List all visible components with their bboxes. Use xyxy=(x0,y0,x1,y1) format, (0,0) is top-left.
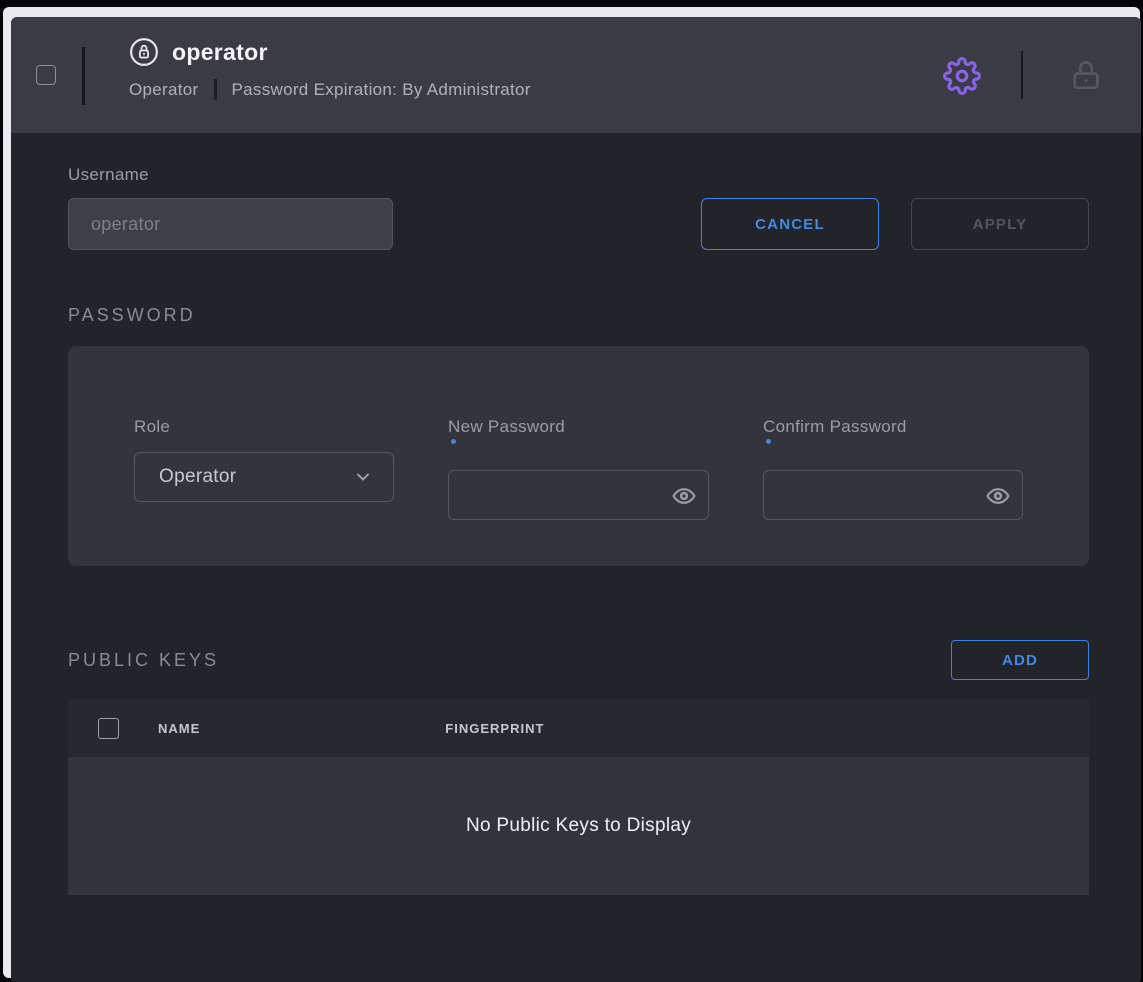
role-selected-value: Operator xyxy=(159,466,236,488)
confirm-password-label: Confirm Password xyxy=(763,417,1023,437)
public-keys-table: NAME FINGERPRINT No Public Keys to Displ… xyxy=(68,699,1089,895)
new-password-input[interactable] xyxy=(449,471,708,519)
required-dot xyxy=(451,439,456,444)
subtitle-divider xyxy=(214,79,217,100)
cancel-button[interactable]: CANCEL xyxy=(701,198,879,250)
new-password-field: New Password xyxy=(448,417,709,520)
show-confirm-password-eye-icon[interactable] xyxy=(986,484,1010,508)
page-backdrop: operator Operator Password Expiration: B… xyxy=(3,7,1140,978)
public-keys-table-header: NAME FINGERPRINT xyxy=(68,699,1089,757)
user-lock-icon xyxy=(129,37,159,67)
user-detail-panel: operator Operator Password Expiration: B… xyxy=(11,17,1141,982)
role-field: Role Operator xyxy=(134,417,394,520)
user-header: operator Operator Password Expiration: B… xyxy=(11,17,1141,133)
user-select-checkbox[interactable] xyxy=(36,65,56,85)
empty-state-message: No Public Keys to Display xyxy=(466,815,691,837)
column-header-name: NAME xyxy=(158,721,200,736)
password-expiration-text: Password Expiration: By Administrator xyxy=(232,80,531,100)
header-actions-divider xyxy=(1021,51,1023,99)
confirm-password-input[interactable] xyxy=(764,471,1022,519)
user-title-block: operator Operator Password Expiration: B… xyxy=(129,37,531,100)
password-card: Role Operator New Password xyxy=(68,346,1089,566)
page-title: operator xyxy=(172,39,268,66)
apply-button[interactable]: APPLY xyxy=(911,198,1089,250)
lock-user-button[interactable] xyxy=(1069,58,1103,92)
header-divider xyxy=(82,47,85,105)
username-input[interactable] xyxy=(68,198,393,250)
chevron-down-icon xyxy=(353,467,373,487)
settings-gear-button[interactable] xyxy=(943,57,981,95)
select-all-keys-checkbox[interactable] xyxy=(98,718,119,739)
show-new-password-eye-icon[interactable] xyxy=(672,484,696,508)
username-label: Username xyxy=(68,165,1089,185)
add-public-key-button[interactable]: ADD xyxy=(951,640,1089,680)
new-password-label: New Password xyxy=(448,417,709,437)
password-section-heading: PASSWORD xyxy=(68,305,1089,326)
required-dot xyxy=(766,439,771,444)
role-label: Role xyxy=(134,417,394,437)
role-select[interactable]: Operator xyxy=(134,452,394,502)
confirm-password-field: Confirm Password xyxy=(763,417,1023,520)
column-header-fingerprint: FINGERPRINT xyxy=(445,721,544,736)
user-role-text: Operator xyxy=(129,80,199,100)
public-keys-section-heading: PUBLIC KEYS xyxy=(68,650,219,671)
public-keys-empty-row: No Public Keys to Display xyxy=(68,757,1089,895)
user-detail-content: Username CANCEL APPLY PASSWORD Role Oper… xyxy=(11,165,1141,895)
